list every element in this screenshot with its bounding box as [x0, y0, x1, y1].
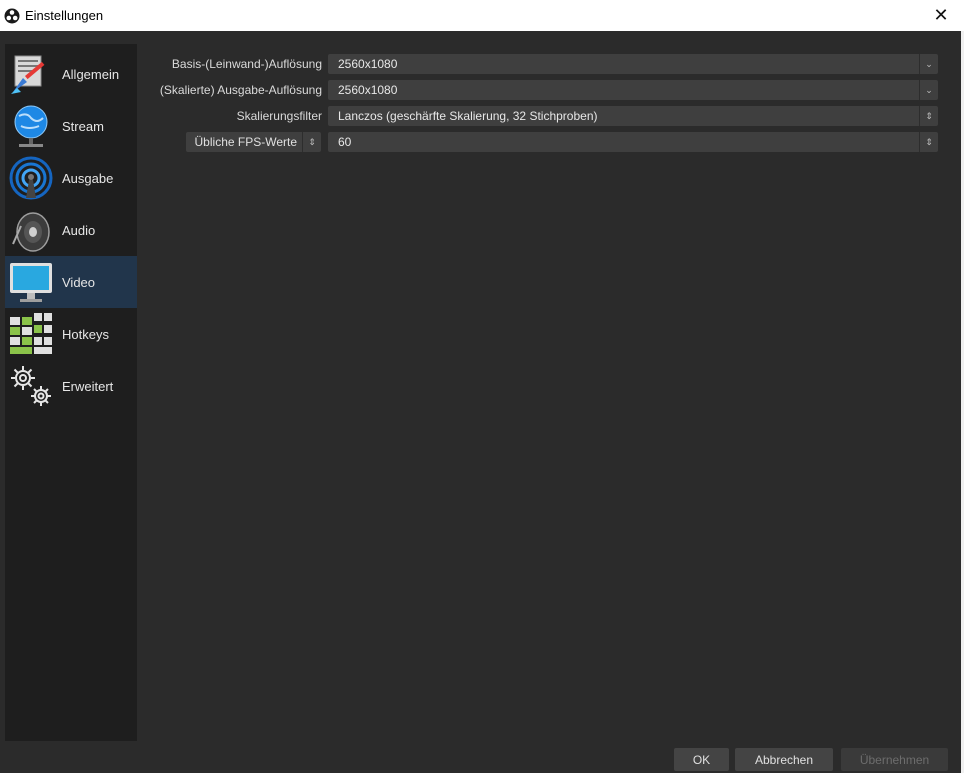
- fps-value-combobox[interactable]: 60 ⇕: [328, 132, 938, 152]
- obs-logo-icon: [4, 8, 20, 23]
- sidebar-item-stream[interactable]: Stream: [5, 100, 137, 152]
- gears-icon: [8, 363, 54, 409]
- fps-value: 60: [338, 135, 352, 149]
- sidebar-item-label: Allgemein: [62, 66, 120, 82]
- close-icon: ✕: [933, 5, 949, 25]
- sidebar-item-label: Ausgabe: [62, 170, 114, 186]
- base-resolution-combobox[interactable]: 2560x1080 ⌄: [328, 54, 938, 74]
- downscale-filter-value: Lanczos (geschärfte Skalierung, 32 Stich…: [338, 109, 598, 123]
- sidebar-item-label: Video: [62, 274, 96, 290]
- sidebar-item-audio[interactable]: Audio: [5, 204, 137, 256]
- sidebar-item-erweitert[interactable]: Erweitert: [5, 360, 137, 412]
- general-settings-icon: [8, 51, 54, 97]
- cancel-button[interactable]: Abbrechen: [735, 748, 833, 771]
- output-resolution-combobox[interactable]: 2560x1080 ⌄: [328, 80, 938, 100]
- sidebar-item-allgemein[interactable]: Allgemein: [5, 48, 137, 100]
- sidebar-item-label: Stream: [62, 118, 104, 134]
- downscale-filter-combobox[interactable]: Lanczos (geschärfte Skalierung, 32 Stich…: [328, 106, 938, 126]
- monitor-icon: [8, 259, 54, 305]
- fps-type-combobox[interactable]: Übliche FPS-Werte ⇕: [186, 132, 321, 152]
- chevron-down-icon: ⌄: [919, 80, 938, 100]
- settings-sidebar: Allgemein Stream Ausgabe Audio Video Hot…: [5, 44, 137, 741]
- up-down-arrows-icon: ⇕: [919, 132, 938, 152]
- up-down-arrows-icon: ⇕: [919, 106, 938, 126]
- sidebar-item-label: Hotkeys: [62, 326, 109, 342]
- base-resolution-label: Basis-(Leinwand-)Auflösung: [171, 57, 322, 71]
- window-title: Einstellungen: [25, 8, 104, 23]
- sidebar-item-ausgabe[interactable]: Ausgabe: [5, 152, 137, 204]
- output-resolution-value: 2560x1080: [338, 83, 398, 97]
- up-down-arrows-icon: ⇕: [302, 132, 321, 152]
- fps-type-value: Übliche FPS-Werte: [194, 135, 297, 149]
- chevron-down-icon: ⌄: [919, 54, 938, 74]
- sidebar-item-label: Erweitert: [62, 378, 114, 394]
- downscale-filter-label: Skalierungsfilter: [236, 109, 322, 123]
- ok-button[interactable]: OK: [674, 748, 729, 771]
- sidebar-item-hotkeys[interactable]: Hotkeys: [5, 308, 137, 360]
- base-resolution-value: 2560x1080: [338, 57, 398, 71]
- keyboard-icon: [8, 311, 54, 357]
- output-resolution-label: (Skalierte) Ausgabe-Auflösung: [159, 83, 322, 97]
- title-bar: Einstellungen ✕: [0, 0, 964, 31]
- close-button[interactable]: ✕: [918, 0, 964, 31]
- sidebar-item-label: Audio: [62, 222, 96, 238]
- globe-stream-icon: [8, 103, 54, 149]
- sidebar-item-video[interactable]: Video: [5, 256, 137, 308]
- broadcast-antenna-icon: [8, 155, 54, 201]
- apply-button[interactable]: Übernehmen: [841, 748, 948, 771]
- speaker-icon: [8, 207, 54, 253]
